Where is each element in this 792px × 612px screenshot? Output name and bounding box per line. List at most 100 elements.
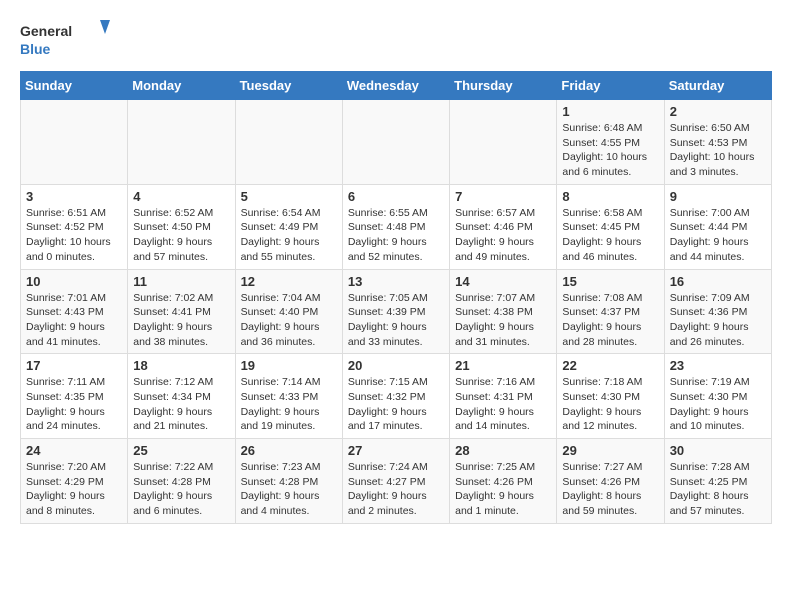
day-number: 13 <box>348 274 444 289</box>
day-number: 11 <box>133 274 229 289</box>
calendar-cell: 11 Sunrise: 7:02 AM Sunset: 4:41 PM Dayli… <box>128 269 235 354</box>
day-number: 16 <box>670 274 766 289</box>
day-info: Sunrise: 7:25 AM Sunset: 4:26 PM Dayligh… <box>455 460 551 519</box>
calendar-cell: 6 Sunrise: 6:55 AM Sunset: 4:48 PM Daylig… <box>342 184 449 269</box>
logo-svg: General Blue <box>20 16 110 61</box>
day-info: Sunrise: 6:50 AM Sunset: 4:53 PM Dayligh… <box>670 121 766 180</box>
day-info: Sunrise: 6:57 AM Sunset: 4:46 PM Dayligh… <box>455 206 551 265</box>
day-number: 18 <box>133 358 229 373</box>
day-number: 17 <box>26 358 122 373</box>
day-info: Sunrise: 7:14 AM Sunset: 4:33 PM Dayligh… <box>241 375 337 434</box>
day-info: Sunrise: 7:22 AM Sunset: 4:28 PM Dayligh… <box>133 460 229 519</box>
calendar-cell: 5 Sunrise: 6:54 AM Sunset: 4:49 PM Daylig… <box>235 184 342 269</box>
calendar-cell: 3 Sunrise: 6:51 AM Sunset: 4:52 PM Daylig… <box>21 184 128 269</box>
day-number: 15 <box>562 274 658 289</box>
weekday-header: Tuesday <box>235 72 342 100</box>
day-number: 12 <box>241 274 337 289</box>
weekday-header: Saturday <box>664 72 771 100</box>
weekday-header: Sunday <box>21 72 128 100</box>
calendar-cell: 26 Sunrise: 7:23 AM Sunset: 4:28 PM Dayli… <box>235 439 342 524</box>
calendar-cell: 8 Sunrise: 6:58 AM Sunset: 4:45 PM Daylig… <box>557 184 664 269</box>
calendar-cell: 30 Sunrise: 7:28 AM Sunset: 4:25 PM Dayli… <box>664 439 771 524</box>
day-number: 20 <box>348 358 444 373</box>
day-number: 14 <box>455 274 551 289</box>
calendar-cell: 18 Sunrise: 7:12 AM Sunset: 4:34 PM Dayli… <box>128 354 235 439</box>
calendar-cell: 27Sunrise: 7:24 AM Sunset: 4:27 PM Dayli… <box>342 439 449 524</box>
calendar-cell: 25 Sunrise: 7:22 AM Sunset: 4:28 PM Dayli… <box>128 439 235 524</box>
calendar-cell: 1 Sunrise: 6:48 AM Sunset: 4:55 PM Daylig… <box>557 100 664 185</box>
calendar-cell <box>128 100 235 185</box>
calendar-cell: 24 Sunrise: 7:20 AM Sunset: 4:29 PM Dayli… <box>21 439 128 524</box>
calendar-cell: 14 Sunrise: 7:07 AM Sunset: 4:38 PM Dayli… <box>450 269 557 354</box>
day-number: 9 <box>670 189 766 204</box>
day-info: Sunrise: 7:23 AM Sunset: 4:28 PM Dayligh… <box>241 460 337 519</box>
day-info: Sunrise: 6:48 AM Sunset: 4:55 PM Dayligh… <box>562 121 658 180</box>
calendar-cell: 19Sunrise: 7:14 AM Sunset: 4:33 PM Dayli… <box>235 354 342 439</box>
calendar-week-row: 17 Sunrise: 7:11 AM Sunset: 4:35 PM Dayli… <box>21 354 772 439</box>
calendar-cell: 15 Sunrise: 7:08 AM Sunset: 4:37 PM Dayli… <box>557 269 664 354</box>
day-info: Sunrise: 7:05 AM Sunset: 4:39 PM Dayligh… <box>348 291 444 350</box>
day-number: 10 <box>26 274 122 289</box>
calendar-cell: 4Sunrise: 6:52 AM Sunset: 4:50 PM Daylig… <box>128 184 235 269</box>
calendar-cell: 9Sunrise: 7:00 AM Sunset: 4:44 PM Daylig… <box>664 184 771 269</box>
calendar-cell: 17 Sunrise: 7:11 AM Sunset: 4:35 PM Dayli… <box>21 354 128 439</box>
calendar-cell: 29 Sunrise: 7:27 AM Sunset: 4:26 PM Dayli… <box>557 439 664 524</box>
calendar-cell: 16 Sunrise: 7:09 AM Sunset: 4:36 PM Dayli… <box>664 269 771 354</box>
day-info: Sunrise: 6:55 AM Sunset: 4:48 PM Dayligh… <box>348 206 444 265</box>
day-info: Sunrise: 7:16 AM Sunset: 4:31 PM Dayligh… <box>455 375 551 434</box>
calendar-cell <box>235 100 342 185</box>
svg-text:Blue: Blue <box>20 41 51 57</box>
day-number: 4 <box>133 189 229 204</box>
calendar-cell <box>21 100 128 185</box>
day-number: 22 <box>562 358 658 373</box>
weekday-header: Monday <box>128 72 235 100</box>
calendar-week-row: 3 Sunrise: 6:51 AM Sunset: 4:52 PM Daylig… <box>21 184 772 269</box>
day-info: Sunrise: 7:08 AM Sunset: 4:37 PM Dayligh… <box>562 291 658 350</box>
calendar-cell: 2 Sunrise: 6:50 AM Sunset: 4:53 PM Daylig… <box>664 100 771 185</box>
day-number: 7 <box>455 189 551 204</box>
calendar-cell: 12 Sunrise: 7:04 AM Sunset: 4:40 PM Dayli… <box>235 269 342 354</box>
weekday-header-row: SundayMondayTuesdayWednesdayThursdayFrid… <box>21 72 772 100</box>
calendar-cell <box>450 100 557 185</box>
day-info: Sunrise: 7:28 AM Sunset: 4:25 PM Dayligh… <box>670 460 766 519</box>
day-info: Sunrise: 7:15 AM Sunset: 4:32 PM Dayligh… <box>348 375 444 434</box>
day-number: 24 <box>26 443 122 458</box>
day-number: 3 <box>26 189 122 204</box>
day-info: Sunrise: 7:09 AM Sunset: 4:36 PM Dayligh… <box>670 291 766 350</box>
calendar-cell: 22Sunrise: 7:18 AM Sunset: 4:30 PM Dayli… <box>557 354 664 439</box>
day-number: 26 <box>241 443 337 458</box>
day-number: 30 <box>670 443 766 458</box>
day-info: Sunrise: 7:20 AM Sunset: 4:29 PM Dayligh… <box>26 460 122 519</box>
day-info: Sunrise: 7:19 AM Sunset: 4:30 PM Dayligh… <box>670 375 766 434</box>
calendar-cell: 10 Sunrise: 7:01 AM Sunset: 4:43 PM Dayli… <box>21 269 128 354</box>
day-number: 1 <box>562 104 658 119</box>
calendar-week-row: 10 Sunrise: 7:01 AM Sunset: 4:43 PM Dayli… <box>21 269 772 354</box>
day-info: Sunrise: 6:54 AM Sunset: 4:49 PM Dayligh… <box>241 206 337 265</box>
day-number: 23 <box>670 358 766 373</box>
calendar-week-row: 1 Sunrise: 6:48 AM Sunset: 4:55 PM Daylig… <box>21 100 772 185</box>
day-info: Sunrise: 6:58 AM Sunset: 4:45 PM Dayligh… <box>562 206 658 265</box>
day-info: Sunrise: 7:04 AM Sunset: 4:40 PM Dayligh… <box>241 291 337 350</box>
day-number: 5 <box>241 189 337 204</box>
calendar-cell: 13 Sunrise: 7:05 AM Sunset: 4:39 PM Dayli… <box>342 269 449 354</box>
calendar-cell: 21 Sunrise: 7:16 AM Sunset: 4:31 PM Dayli… <box>450 354 557 439</box>
calendar-table: SundayMondayTuesdayWednesdayThursdayFrid… <box>20 71 772 524</box>
day-number: 25 <box>133 443 229 458</box>
calendar-cell <box>342 100 449 185</box>
day-number: 29 <box>562 443 658 458</box>
calendar-cell: 23 Sunrise: 7:19 AM Sunset: 4:30 PM Dayli… <box>664 354 771 439</box>
day-info: Sunrise: 7:12 AM Sunset: 4:34 PM Dayligh… <box>133 375 229 434</box>
day-info: Sunrise: 7:07 AM Sunset: 4:38 PM Dayligh… <box>455 291 551 350</box>
calendar-cell: 28Sunrise: 7:25 AM Sunset: 4:26 PM Dayli… <box>450 439 557 524</box>
day-info: Sunrise: 7:01 AM Sunset: 4:43 PM Dayligh… <box>26 291 122 350</box>
day-info: Sunrise: 7:24 AM Sunset: 4:27 PM Dayligh… <box>348 460 444 519</box>
weekday-header: Thursday <box>450 72 557 100</box>
day-info: Sunrise: 7:11 AM Sunset: 4:35 PM Dayligh… <box>26 375 122 434</box>
day-number: 6 <box>348 189 444 204</box>
day-number: 8 <box>562 189 658 204</box>
day-info: Sunrise: 7:02 AM Sunset: 4:41 PM Dayligh… <box>133 291 229 350</box>
day-number: 2 <box>670 104 766 119</box>
day-info: Sunrise: 6:51 AM Sunset: 4:52 PM Dayligh… <box>26 206 122 265</box>
day-number: 21 <box>455 358 551 373</box>
day-info: Sunrise: 7:27 AM Sunset: 4:26 PM Dayligh… <box>562 460 658 519</box>
